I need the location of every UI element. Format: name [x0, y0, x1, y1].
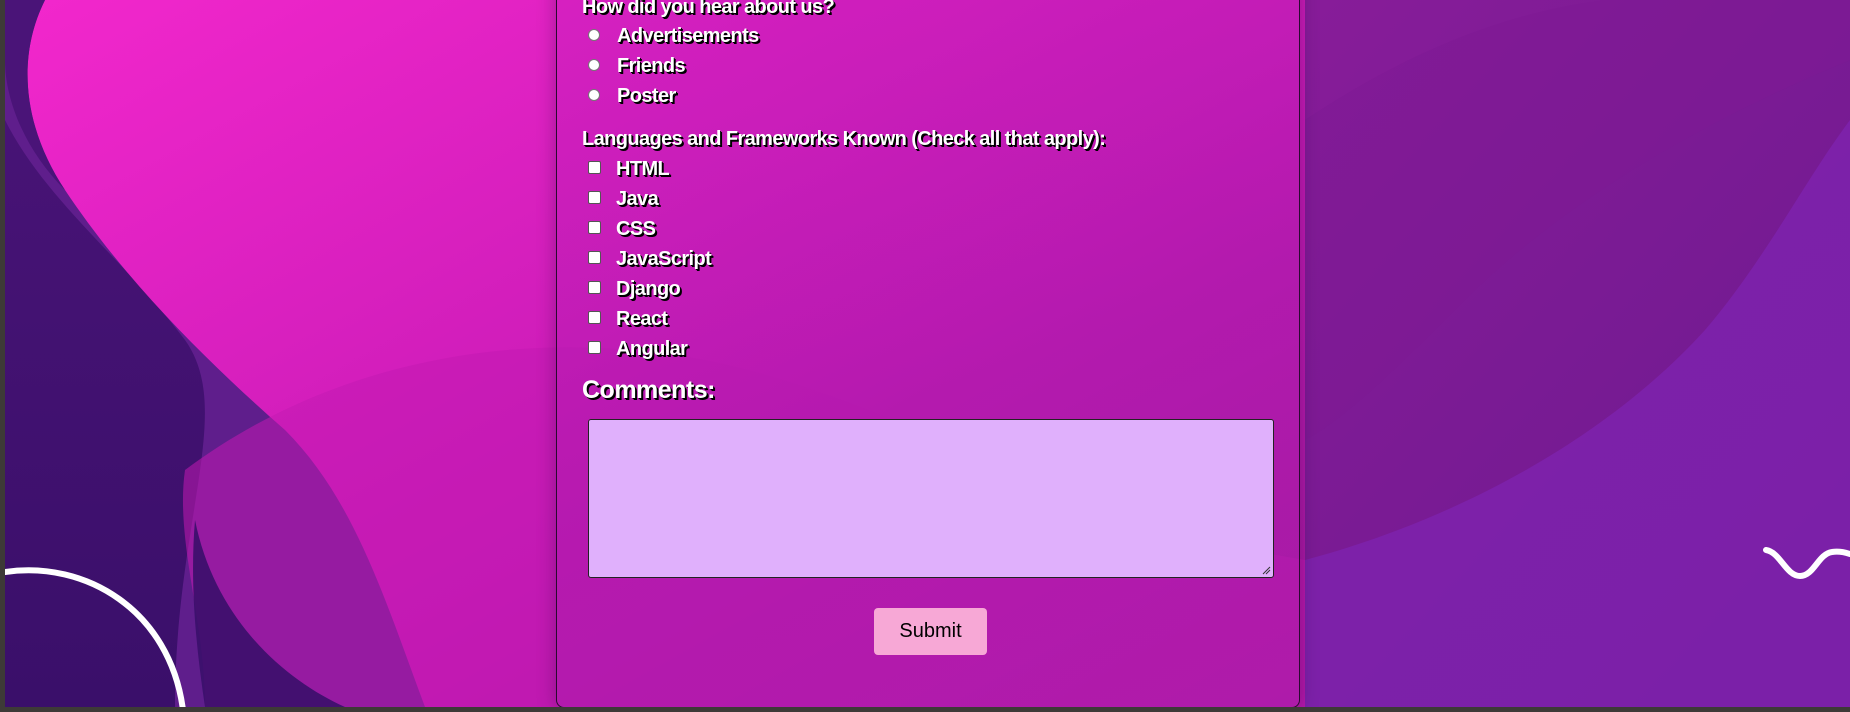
ring-decoration-icon	[5, 567, 186, 707]
checkbox-javascript[interactable]	[588, 251, 601, 264]
checkbox-react[interactable]	[588, 311, 601, 324]
submit-button[interactable]: Submit	[874, 608, 987, 655]
comments-textarea[interactable]	[588, 419, 1274, 578]
checkbox-java[interactable]	[588, 191, 601, 204]
checkbox-label-javascript: JavaScript	[616, 248, 712, 270]
checkbox-django[interactable]	[588, 281, 601, 294]
page-viewport: How did you hear about us? Advertisement…	[5, 0, 1850, 707]
checkbox-label-html: HTML	[616, 158, 670, 180]
checkbox-html[interactable]	[588, 161, 601, 174]
radio-advertisements[interactable]	[588, 29, 600, 41]
comments-label: Comments:	[582, 376, 716, 404]
radio-label-advertisements: Advertisements	[617, 25, 759, 47]
resize-grip-icon[interactable]	[1261, 565, 1271, 575]
wave-decoration-icon	[1763, 547, 1850, 580]
radio-label-friends: Friends	[617, 55, 686, 77]
languages-question: Languages and Frameworks Known (Check al…	[582, 128, 1106, 150]
checkbox-css[interactable]	[588, 221, 601, 234]
checkbox-angular[interactable]	[588, 341, 601, 354]
radio-poster[interactable]	[588, 89, 600, 101]
checkbox-label-java: Java	[616, 188, 659, 210]
checkbox-label-angular: Angular	[616, 338, 688, 360]
radio-friends[interactable]	[588, 59, 600, 71]
checkbox-label-css: CSS	[616, 218, 656, 240]
radio-label-poster: Poster	[617, 85, 676, 107]
referral-question: How did you hear about us?	[582, 0, 835, 18]
checkbox-label-react: React	[616, 308, 668, 330]
checkbox-label-django: Django	[616, 278, 681, 300]
